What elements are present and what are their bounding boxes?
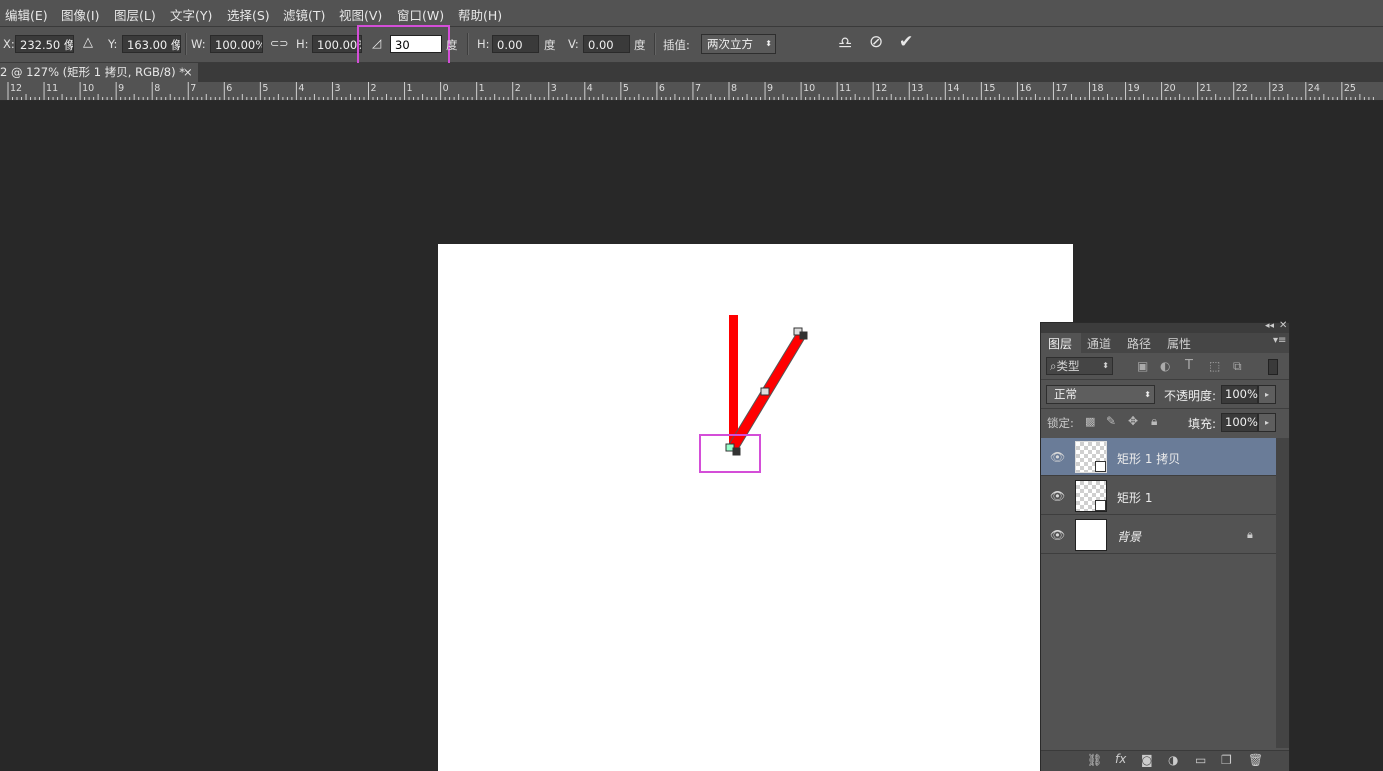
panel-footer: ⛓︎ fx ◙ ◑ ▭ ❐ 🗑︎ [1041,750,1289,771]
lock-all-icon[interactable]: 🔒︎ [1151,414,1157,429]
image-filter-icon[interactable]: ▣ [1137,359,1148,373]
link-layers-icon[interactable]: ⛓︎ [1087,753,1102,767]
new-group-icon[interactable]: ▭ [1195,753,1206,767]
type-filter-icon[interactable]: T [1185,358,1193,373]
vector-mask-icon [1095,461,1106,472]
collapse-icon[interactable]: ◂◂ [1265,321,1274,331]
fill-label: 填充: [1188,417,1217,431]
chevron-updown-icon: ⬍ [1102,361,1109,370]
vector-mask-icon [1095,500,1106,511]
opacity-input[interactable]: 100% [1221,385,1258,404]
visibility-eye-icon[interactable]: 👁︎ [1050,450,1065,464]
lock-move-icon[interactable]: ✥ [1128,414,1138,428]
layer-list: 👁︎ 矩形 1 拷贝 👁︎ 矩形 1 👁︎ 背景 🔒︎ [1041,438,1276,748]
layer-name[interactable]: 背景 [1117,528,1141,545]
tab-channels[interactable]: 通道 [1087,335,1111,352]
layer-name[interactable]: 矩形 1 [1117,489,1152,506]
layer-row-copy[interactable]: 👁︎ 矩形 1 拷贝 [1041,438,1276,476]
transform-pivot[interactable] [732,447,741,456]
smart-object-filter-icon[interactable]: ⧉ [1233,359,1242,374]
panel-close-icon[interactable]: ✕ [1279,320,1287,331]
layer-row-rect1[interactable]: 👁︎ 矩形 1 [1041,477,1276,515]
layer-list-scrollbar[interactable] [1276,438,1289,748]
shape-filter-icon[interactable]: ⬚ [1209,359,1220,373]
layer-thumbnail [1075,519,1107,551]
fx-icon[interactable]: fx [1115,752,1126,766]
layer-row-background[interactable]: 👁︎ 背景 🔒︎ [1041,516,1276,554]
lock-brush-icon[interactable]: ✎ [1106,414,1116,428]
divider [1041,379,1289,380]
vertical-red-rectangle[interactable] [729,315,738,450]
fill-input[interactable]: 100% [1221,413,1258,432]
lock-icon: 🔒︎ [1247,528,1253,541]
layer-thumbnail [1075,480,1107,512]
lock-label: 锁定: [1047,416,1074,430]
opacity-dropdown-icon[interactable]: ▸ [1258,385,1276,404]
trash-icon[interactable]: 🗑︎ [1248,753,1263,767]
visibility-eye-icon[interactable]: 👁︎ [1050,489,1065,503]
fill-dropdown-icon[interactable]: ▸ [1258,413,1276,432]
add-mask-icon[interactable]: ◙ [1141,753,1153,767]
adjustment-layer-icon[interactable]: ◑ [1168,753,1178,767]
layer-name[interactable]: 矩形 1 拷贝 [1117,450,1180,467]
filter-value: 类型 [1056,359,1080,373]
adjustment-filter-icon[interactable]: ◐ [1160,359,1170,373]
opacity-label: 不透明度: [1164,389,1217,403]
filter-toggle[interactable] [1268,359,1278,375]
new-layer-icon[interactable]: ❐ [1221,753,1232,767]
layers-panel: ◂◂ ✕ 图层 通道 路径 属性 ▾≡ ⌕类型 ⬍ ▣ ◐ T ⬚ ⧉ 正常 ⬍ 不… [1040,320,1290,771]
tab-properties[interactable]: 属性 [1167,335,1191,352]
tab-paths[interactable]: 路径 [1127,335,1151,352]
tab-layers[interactable]: 图层 [1048,335,1072,352]
transform-handle-corner[interactable] [799,331,808,340]
lock-transparent-icon[interactable]: ▩ [1085,415,1095,428]
blend-mode-select[interactable]: 正常 ⬍ [1046,385,1155,404]
divider [1041,408,1289,409]
layer-thumbnail [1075,441,1107,473]
filter-select[interactable]: ⌕类型 ⬍ [1046,357,1113,375]
panel-menu-icon[interactable]: ▾≡ [1273,335,1286,346]
panel-header: ◂◂ ✕ [1041,320,1289,333]
chevron-updown-icon: ⬍ [1144,390,1151,399]
blend-mode-value: 正常 [1054,387,1077,401]
transform-handle-middle[interactable] [760,387,770,396]
visibility-eye-icon[interactable]: 👁︎ [1050,528,1065,542]
